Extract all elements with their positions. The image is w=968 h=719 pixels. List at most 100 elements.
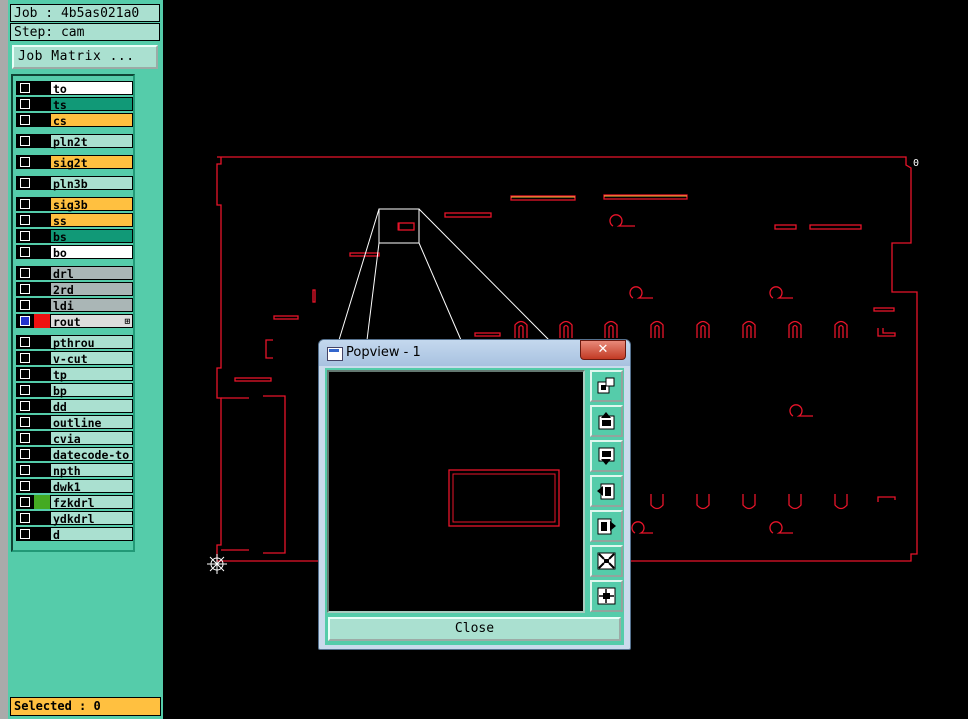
layer-checkbox[interactable]: [16, 113, 34, 127]
layer-color-swatch[interactable]: [34, 229, 50, 243]
layer-checkbox[interactable]: [16, 81, 34, 95]
expand-icon[interactable]: ⊞: [125, 315, 130, 329]
zoom-in-icon[interactable]: [590, 580, 623, 612]
layer-row-dd[interactable]: dd: [16, 399, 133, 414]
layer-color-swatch[interactable]: [34, 335, 50, 349]
layer-color-swatch[interactable]: [34, 463, 50, 477]
layer-checkbox[interactable]: [16, 97, 34, 111]
layer-color-swatch[interactable]: [34, 213, 50, 227]
layer-checkbox[interactable]: [16, 229, 34, 243]
layer-name[interactable]: tp: [50, 367, 133, 382]
layer-row-drl[interactable]: drl: [16, 266, 133, 281]
popview-close-x-button[interactable]: ✕: [580, 340, 626, 360]
layer-row-d[interactable]: d: [16, 527, 133, 542]
layer-checkbox[interactable]: [16, 176, 34, 190]
layer-name[interactable]: d: [50, 527, 133, 542]
layer-row-ts[interactable]: ts: [16, 97, 133, 112]
layer-row-ldi[interactable]: ldi: [16, 298, 133, 313]
layer-row-cs[interactable]: cs: [16, 113, 133, 128]
layer-name[interactable]: ldi: [50, 298, 133, 313]
zoom-out-icon[interactable]: [590, 545, 623, 577]
layer-color-swatch[interactable]: [34, 245, 50, 259]
layer-name[interactable]: rout ⊞: [50, 314, 133, 329]
layer-color-swatch[interactable]: [34, 415, 50, 429]
layer-checkbox[interactable]: [16, 335, 34, 349]
layer-checkbox[interactable]: [16, 463, 34, 477]
layer-name[interactable]: drl: [50, 266, 133, 281]
layer-checkbox[interactable]: [16, 314, 34, 328]
layer-checkbox[interactable]: [16, 399, 34, 413]
pan-down-icon[interactable]: [590, 440, 623, 472]
layer-name[interactable]: sig3b: [50, 197, 133, 212]
layer-checkbox[interactable]: [16, 282, 34, 296]
layer-color-swatch[interactable]: [34, 447, 50, 461]
layer-checkbox[interactable]: [16, 527, 34, 541]
layer-color-swatch[interactable]: [34, 479, 50, 493]
layer-name[interactable]: dd: [50, 399, 133, 414]
layer-name[interactable]: bs: [50, 229, 133, 244]
layer-name[interactable]: 2rd: [50, 282, 133, 297]
layer-name[interactable]: bp: [50, 383, 133, 398]
layer-color-swatch[interactable]: [34, 298, 50, 312]
layer-name[interactable]: ss: [50, 213, 133, 228]
layer-color-swatch[interactable]: [34, 155, 50, 169]
layer-checkbox[interactable]: [16, 367, 34, 381]
layer-color-swatch[interactable]: [34, 134, 50, 148]
layer-row-datecode-to[interactable]: datecode-to: [16, 447, 133, 462]
layer-row-fzkdrl[interactable]: fzkdrl: [16, 495, 133, 510]
layer-checkbox[interactable]: [16, 298, 34, 312]
layer-color-swatch[interactable]: [34, 81, 50, 95]
layer-row-pthrou[interactable]: pthrou: [16, 335, 133, 350]
popview-close-button[interactable]: Close: [328, 617, 621, 641]
zoom-region-icon[interactable]: [590, 370, 623, 402]
layer-name[interactable]: ts: [50, 97, 133, 112]
layer-row-npth[interactable]: npth: [16, 463, 133, 478]
layer-checkbox[interactable]: [16, 351, 34, 365]
layer-row-pln2t[interactable]: pln2t: [16, 134, 133, 149]
layer-row-bo[interactable]: bo: [16, 245, 133, 260]
pan-up-icon[interactable]: [590, 405, 623, 437]
layer-row-ss[interactable]: ss: [16, 213, 133, 228]
layer-row-to[interactable]: to: [16, 81, 133, 96]
layer-color-swatch[interactable]: [34, 176, 50, 190]
layer-row-tp[interactable]: tp: [16, 367, 133, 382]
layer-row-ydkdrl[interactable]: ydkdrl: [16, 511, 133, 526]
layer-checkbox[interactable]: [16, 495, 34, 509]
layer-checkbox[interactable]: [16, 197, 34, 211]
layer-row-sig2t[interactable]: sig2t: [16, 155, 133, 170]
layer-name[interactable]: cvia: [50, 431, 133, 446]
layer-color-swatch[interactable]: [34, 282, 50, 296]
layer-checkbox[interactable]: [16, 134, 34, 148]
layer-name[interactable]: outline: [50, 415, 133, 430]
layer-color-swatch[interactable]: [34, 351, 50, 365]
layer-name[interactable]: npth: [50, 463, 133, 478]
layer-checkbox[interactable]: [16, 511, 34, 525]
layer-name[interactable]: sig2t: [50, 155, 133, 170]
popview-preview-area[interactable]: [327, 370, 585, 613]
layer-name[interactable]: bo: [50, 245, 133, 260]
layer-checkbox[interactable]: [16, 245, 34, 259]
layer-color-swatch[interactable]: [34, 113, 50, 127]
layer-name[interactable]: pln3b: [50, 176, 133, 191]
layer-color-swatch[interactable]: [34, 527, 50, 541]
layer-color-swatch[interactable]: [34, 383, 50, 397]
layer-row-outline[interactable]: outline: [16, 415, 133, 430]
layer-row-bp[interactable]: bp: [16, 383, 133, 398]
layer-row-cvia[interactable]: cvia: [16, 431, 133, 446]
layer-checkbox[interactable]: [16, 415, 34, 429]
layer-row-pln3b[interactable]: pln3b: [16, 176, 133, 191]
layer-row-v-cut[interactable]: v-cut: [16, 351, 133, 366]
layer-checkbox[interactable]: [16, 383, 34, 397]
layer-name[interactable]: pln2t: [50, 134, 133, 149]
layer-color-swatch[interactable]: [34, 314, 50, 328]
job-matrix-button[interactable]: Job Matrix ...: [12, 45, 158, 69]
layer-name[interactable]: cs: [50, 113, 133, 128]
layer-color-swatch[interactable]: [34, 97, 50, 111]
layer-checkbox[interactable]: [16, 431, 34, 445]
layer-color-swatch[interactable]: [34, 511, 50, 525]
layer-name[interactable]: pthrou: [50, 335, 133, 350]
popview-titlebar[interactable]: Popview - 1 ✕: [319, 340, 630, 366]
layer-color-swatch[interactable]: [34, 367, 50, 381]
layer-name[interactable]: fzkdrl: [50, 495, 133, 510]
layer-name[interactable]: dwk1: [50, 479, 133, 494]
